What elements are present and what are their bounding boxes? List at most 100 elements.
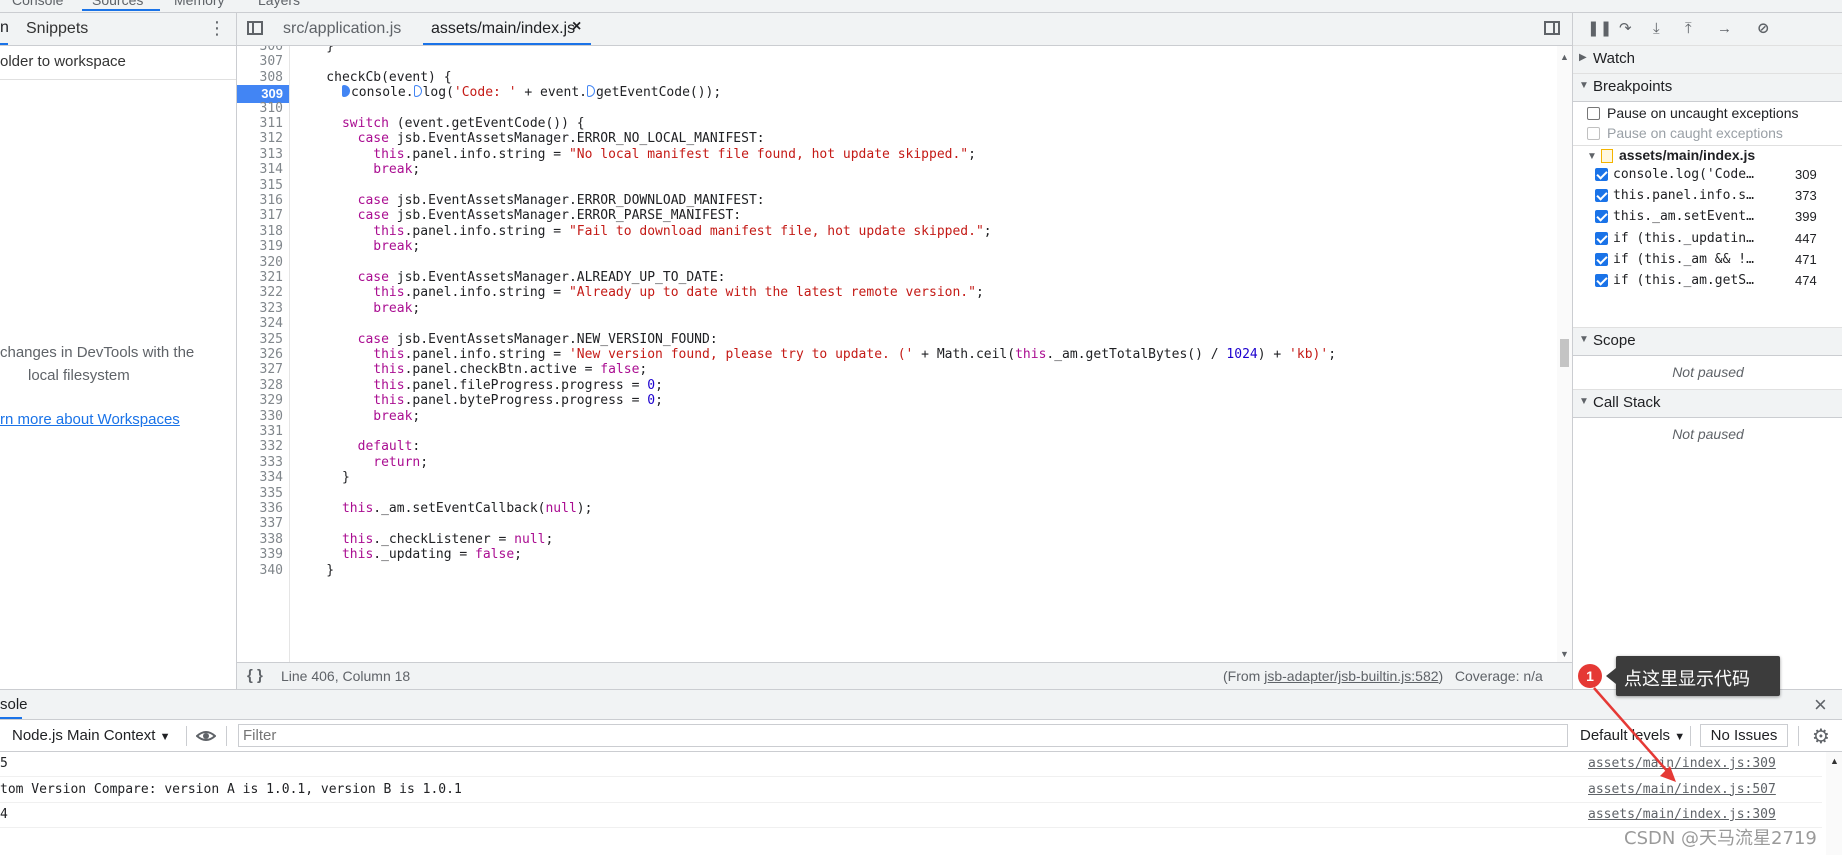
- callstack-section-header[interactable]: ▼ Call Stack: [1573, 389, 1842, 418]
- watch-section-header[interactable]: ▶ Watch: [1573, 45, 1842, 74]
- eye-icon[interactable]: [196, 726, 216, 746]
- code-content[interactable]: } checkCb(event) { console. log('Code: ' …: [295, 46, 1557, 662]
- console-message: 5 assets/main/index.js:309: [0, 752, 1822, 777]
- line-number-gutter[interactable]: 306 307 308 309 310 311 312 313 314 315 316 317 318 3…: [237, 46, 290, 662]
- expanded-arrow-icon: ▼: [1579, 80, 1589, 91]
- workspace-info-line1: changes in DevTools with the: [0, 344, 195, 361]
- scope-section-header[interactable]: ▼ Scope: [1573, 327, 1842, 356]
- console-message-text: tom Version Compare: version A is 1.0.1,…: [0, 781, 462, 797]
- inline-breakpoint-icon[interactable]: [413, 85, 422, 98]
- breakpoint-line: 474: [1795, 273, 1817, 288]
- source-origin-link[interactable]: jsb-adapter/jsb-builtin.js:582: [1264, 668, 1438, 684]
- top-tab-layers[interactable]: Layers: [258, 0, 300, 8]
- coverage-status: Coverage: n/a: [1454, 668, 1543, 684]
- workspace-info-line2: local filesystem: [28, 367, 130, 384]
- drawer-tabs: sole ×: [0, 690, 1842, 720]
- step-over-icon[interactable]: ↷: [1619, 20, 1632, 38]
- cursor-position: Line 406, Column 18: [281, 668, 411, 684]
- pause-uncaught-checkbox[interactable]: [1587, 107, 1600, 120]
- scrollbar-thumb[interactable]: [1560, 339, 1569, 367]
- top-tab-memory[interactable]: Memory: [174, 0, 225, 8]
- log-levels-label: Default levels: [1580, 727, 1671, 744]
- breakpoint-code: this.panel.info.string = 'New version fo…: [1613, 188, 1755, 204]
- console-scrollbar[interactable]: ▲: [1826, 752, 1842, 855]
- gear-icon[interactable]: ⚙: [1812, 724, 1830, 749]
- step-into-icon[interactable]: ⤓: [1653, 20, 1660, 38]
- breakpoint-code: if (this._updating) {: [1613, 230, 1755, 246]
- callstack-label: Call Stack: [1593, 394, 1661, 411]
- editor-status-bar: { } Line 406, Column 18 (From jsb-adapte…: [237, 662, 1572, 690]
- console-toolbar: Node.js Main Context ▼ Default levels ▼ …: [0, 720, 1842, 752]
- issues-button[interactable]: No Issues: [1700, 724, 1788, 747]
- breakpoint-checkbox[interactable]: [1595, 210, 1608, 224]
- tab-console[interactable]: sole: [0, 696, 28, 713]
- tab-src-application-js[interactable]: src/application.js: [283, 20, 401, 38]
- tab-snippets[interactable]: Snippets: [26, 20, 88, 38]
- code-line: this._am.setEventCallback(null);: [341, 501, 593, 516]
- learn-more-link[interactable]: rn more about Workspaces: [0, 411, 180, 428]
- add-folder-to-workspace[interactable]: older to workspace: [0, 53, 126, 70]
- breakpoint-checkbox[interactable]: [1595, 168, 1608, 181]
- scroll-down-icon[interactable]: ▼: [1560, 649, 1569, 659]
- pretty-print-button[interactable]: { }: [247, 667, 263, 684]
- filter-input[interactable]: [238, 724, 1568, 747]
- close-tab-icon[interactable]: ×: [572, 18, 581, 36]
- console-message: tom Version Compare: version A is 1.0.1,…: [0, 778, 1822, 803]
- more-options-icon[interactable]: ⋮: [208, 17, 226, 39]
- toggle-navigator-icon[interactable]: [247, 21, 263, 35]
- devtools-top-tabs: Console Sources Memory Layers: [0, 0, 1842, 13]
- scroll-up-icon[interactable]: ▲: [1560, 52, 1569, 62]
- divider: [226, 726, 227, 746]
- step-out-icon[interactable]: ⤒: [1685, 20, 1692, 38]
- inline-breakpoint-icon[interactable]: [341, 85, 350, 98]
- divider: [1573, 145, 1842, 146]
- console-message-text: 4: [0, 807, 8, 822]
- pause-icon[interactable]: ❚❚: [1587, 20, 1612, 38]
- editor-scrollbar[interactable]: ▲ ▼: [1557, 46, 1572, 662]
- source-origin-prefix: (From: [1223, 668, 1265, 684]
- editor-tabs: src/application.js assets/main/index.js …: [237, 13, 1572, 46]
- close-drawer-icon[interactable]: ×: [1814, 692, 1827, 718]
- breakpoints-section-header[interactable]: ▼ Breakpoints: [1573, 73, 1842, 102]
- code-line: break;: [373, 408, 421, 424]
- source-origin-suffix: ): [1438, 668, 1444, 684]
- scroll-up-icon[interactable]: ▲: [1830, 756, 1839, 766]
- divider: [1798, 726, 1799, 746]
- line-number[interactable]: 308: [260, 69, 283, 87]
- breakpoint-item[interactable]: if (this._am.getState() === ... 474: [1573, 269, 1842, 293]
- console-source-link[interactable]: assets/main/index.js:309: [1588, 756, 1776, 771]
- top-tab-console[interactable]: Console: [12, 0, 63, 8]
- deactivate-breakpoints-icon[interactable]: ⊘: [1757, 20, 1770, 38]
- step-icon[interactable]: →: [1717, 20, 1732, 38]
- breakpoint-line: 309: [1795, 167, 1817, 182]
- divider: [186, 726, 187, 746]
- top-tab-sources[interactable]: Sources: [92, 0, 143, 8]
- context-selector[interactable]: Node.js Main Context ▼: [12, 727, 170, 744]
- log-levels-dropdown[interactable]: Default levels ▼: [1580, 727, 1685, 744]
- breakpoint-checkbox[interactable]: [1595, 189, 1608, 203]
- breakpoint-checkbox[interactable]: [1595, 252, 1608, 266]
- inline-breakpoint-icon[interactable]: [586, 85, 595, 98]
- line-number[interactable]: 340: [260, 562, 283, 580]
- console-source-link[interactable]: assets/main/index.js:507: [1588, 782, 1776, 797]
- breakpoint-code: this._am.setEventCallback(null);: [1613, 209, 1755, 225]
- debugger-sidebar: ❚❚ ↷ ⤓ ⤒ → ⊘ ▶ Watch ▼ Breakpoints Pause…: [1572, 13, 1842, 689]
- toggle-debugger-icon[interactable]: [1544, 21, 1560, 35]
- code-line: break;: [373, 300, 421, 316]
- breakpoint-checkbox[interactable]: [1595, 231, 1608, 245]
- console-source-link[interactable]: assets/main/index.js:309: [1588, 807, 1776, 822]
- scope-status: Not paused: [1672, 364, 1744, 380]
- breakpoint-code: console.log('Code: ' + event.getEventCod…: [1613, 167, 1755, 182]
- tab-assets-main-index-js[interactable]: assets/main/index.js: [431, 20, 575, 38]
- pause-caught-checkbox[interactable]: [1587, 127, 1600, 140]
- tab-filesystem[interactable]: n: [0, 19, 9, 37]
- breakpoint-checkbox[interactable]: [1595, 274, 1608, 287]
- code-line: }: [295, 470, 350, 486]
- tab-console-underline: [0, 717, 22, 719]
- code-editor: src/application.js assets/main/index.js …: [237, 13, 1572, 690]
- breakpoint-code: if (this._am.getState() === ...: [1613, 273, 1755, 288]
- console-message-text: 5: [0, 756, 8, 771]
- file-expand-arrow-icon[interactable]: ▼: [1587, 151, 1597, 162]
- breakpoints-label: Breakpoints: [1593, 78, 1673, 95]
- dropdown-arrow-icon: ▼: [1674, 731, 1686, 743]
